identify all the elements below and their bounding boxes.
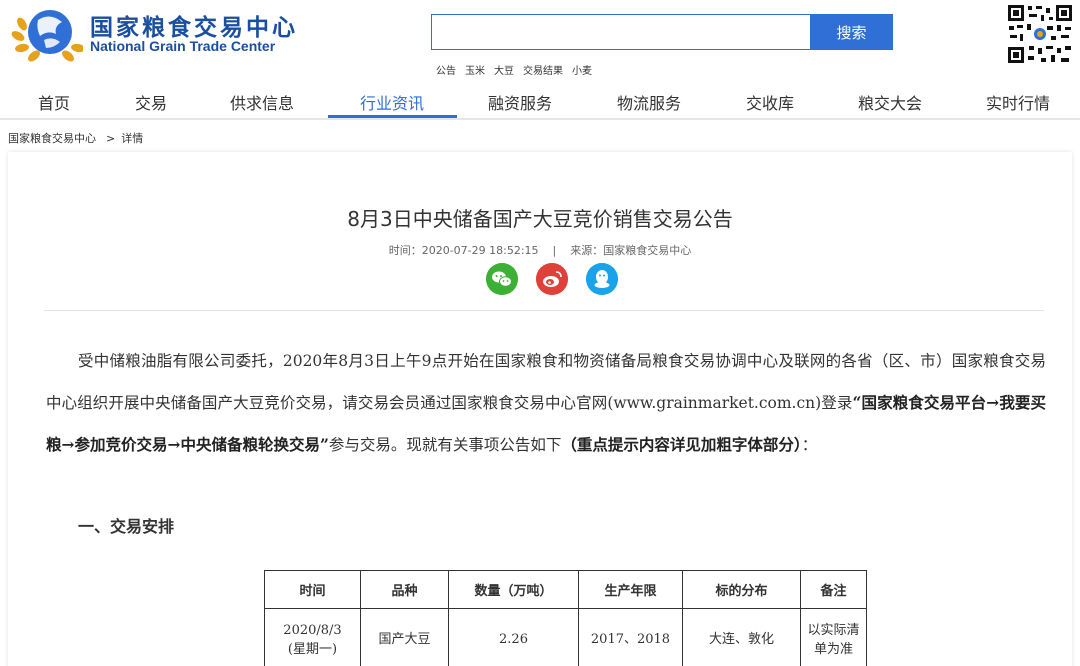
nav-item-finance[interactable]: 融资服务	[488, 90, 552, 114]
table-header-cell: 品种	[360, 570, 449, 609]
nav-item-trade[interactable]: 交易	[135, 90, 167, 114]
paragraph-text-mid: 参与交易。现就有关事项公告如下	[328, 436, 562, 454]
hot-word-jiaoyijieguo[interactable]: 交易结果	[523, 66, 563, 77]
hot-word-dadou[interactable]: 大豆	[494, 66, 514, 77]
table-header-cell: 标的分布	[682, 570, 801, 609]
qq-icon[interactable]	[586, 263, 618, 295]
nav-item-warehouses[interactable]: 交收库	[746, 90, 794, 114]
article-body: 受中储粮油脂有限公司委托，2020年8月3日上午9点开始在国家粮食和物资储备局粮…	[46, 340, 1046, 466]
site-header: 国家粮食交易中心 National Grain Trade Center 搜索 …	[0, 0, 1080, 80]
trade-arrangement-table: 时间 品种 数量（万吨） 生产年限 标的分布 备注 2020/8/3 (星期一) …	[264, 570, 867, 666]
table-cell-note: 以实际清 单为准	[800, 608, 867, 666]
logo-text-en[interactable]: National Grain Trade Center	[90, 38, 275, 54]
article-title: 8月3日中央储备国产大豆竞价销售交易公告	[347, 207, 733, 231]
search-button[interactable]: 搜索	[810, 14, 893, 50]
breadcrumb-separator: >	[106, 132, 116, 145]
paragraph-text-end: ：	[801, 436, 818, 454]
article-source: 来源：国家粮食交易中心	[570, 244, 692, 257]
table-row: 2020/8/3 (星期一) 国产大豆 2.26 2017、2018 大连、敦化 …	[264, 608, 867, 666]
section-heading-trade-arrangement: 一、交易安排	[78, 517, 175, 536]
article-meta: 时间：2020-07-29 18:52:15 | 来源：国家粮食交易中心	[0, 242, 1080, 258]
qr-code-icon	[1005, 2, 1075, 66]
table-header-cell: 数量（万吨）	[448, 570, 579, 609]
article-time: 时间：2020-07-29 18:52:15	[388, 244, 539, 257]
nav-item-realtime-quotes[interactable]: 实时行情	[986, 90, 1050, 114]
logo-emblem-icon[interactable]	[8, 4, 83, 64]
paragraph-bold-note: （重点提示内容详见加粗字体部分）	[561, 435, 802, 454]
hot-word-xiaomai[interactable]: 小麦	[572, 66, 592, 77]
table-header-cell: 生产年限	[578, 570, 683, 609]
nav-item-industry-news[interactable]: 行业资讯	[360, 90, 424, 114]
nav-item-supply-demand[interactable]: 供求信息	[230, 90, 294, 114]
weekday-text: (星期一)	[287, 641, 338, 657]
meta-separator: |	[552, 244, 557, 257]
table-cell-quantity: 2.26	[448, 608, 579, 666]
search-input[interactable]	[431, 14, 811, 50]
nav-item-home[interactable]: 首页	[38, 90, 70, 114]
breadcrumb-current: 详情	[121, 132, 144, 145]
table-header-cell: 时间	[264, 570, 361, 609]
table-cell-years: 2017、2018	[578, 608, 683, 666]
date-text: 2020/8/3	[283, 622, 342, 638]
note-line-1: 以实际清	[807, 622, 860, 638]
table-cell-variety: 国产大豆	[360, 608, 449, 666]
table-cell-date: 2020/8/3 (星期一)	[264, 608, 361, 666]
hot-search-words: 公告 玉米 大豆 交易结果 小麦	[436, 62, 601, 77]
table-cell-location: 大连、敦化	[682, 608, 801, 666]
content-divider	[44, 310, 1044, 311]
weibo-icon[interactable]	[536, 263, 568, 295]
article-paragraph: 受中储粮油脂有限公司委托，2020年8月3日上午9点开始在国家粮食和物资储备局粮…	[46, 340, 1046, 466]
table-header-row: 时间 品种 数量（万吨） 生产年限 标的分布 备注	[264, 570, 867, 609]
hot-word-gonggao[interactable]: 公告	[436, 66, 456, 77]
note-line-2: 单为准	[813, 641, 853, 657]
table-header-cell: 备注	[800, 570, 867, 609]
hot-word-yumi[interactable]: 玉米	[465, 66, 485, 77]
nav-active-indicator	[328, 115, 457, 118]
nav-item-grain-conference[interactable]: 粮交大会	[858, 90, 922, 114]
wechat-icon[interactable]	[486, 263, 518, 295]
main-nav: 首页 交易 供求信息 行业资讯 融资服务 物流服务 交收库 粮交大会 实时行情	[0, 82, 1080, 120]
breadcrumb: 国家粮食交易中心 > 详情	[8, 130, 143, 146]
nav-item-logistics[interactable]: 物流服务	[617, 90, 681, 114]
breadcrumb-home-link[interactable]: 国家粮食交易中心	[8, 132, 96, 145]
logo-text-cn[interactable]: 国家粮食交易中心	[90, 8, 298, 42]
